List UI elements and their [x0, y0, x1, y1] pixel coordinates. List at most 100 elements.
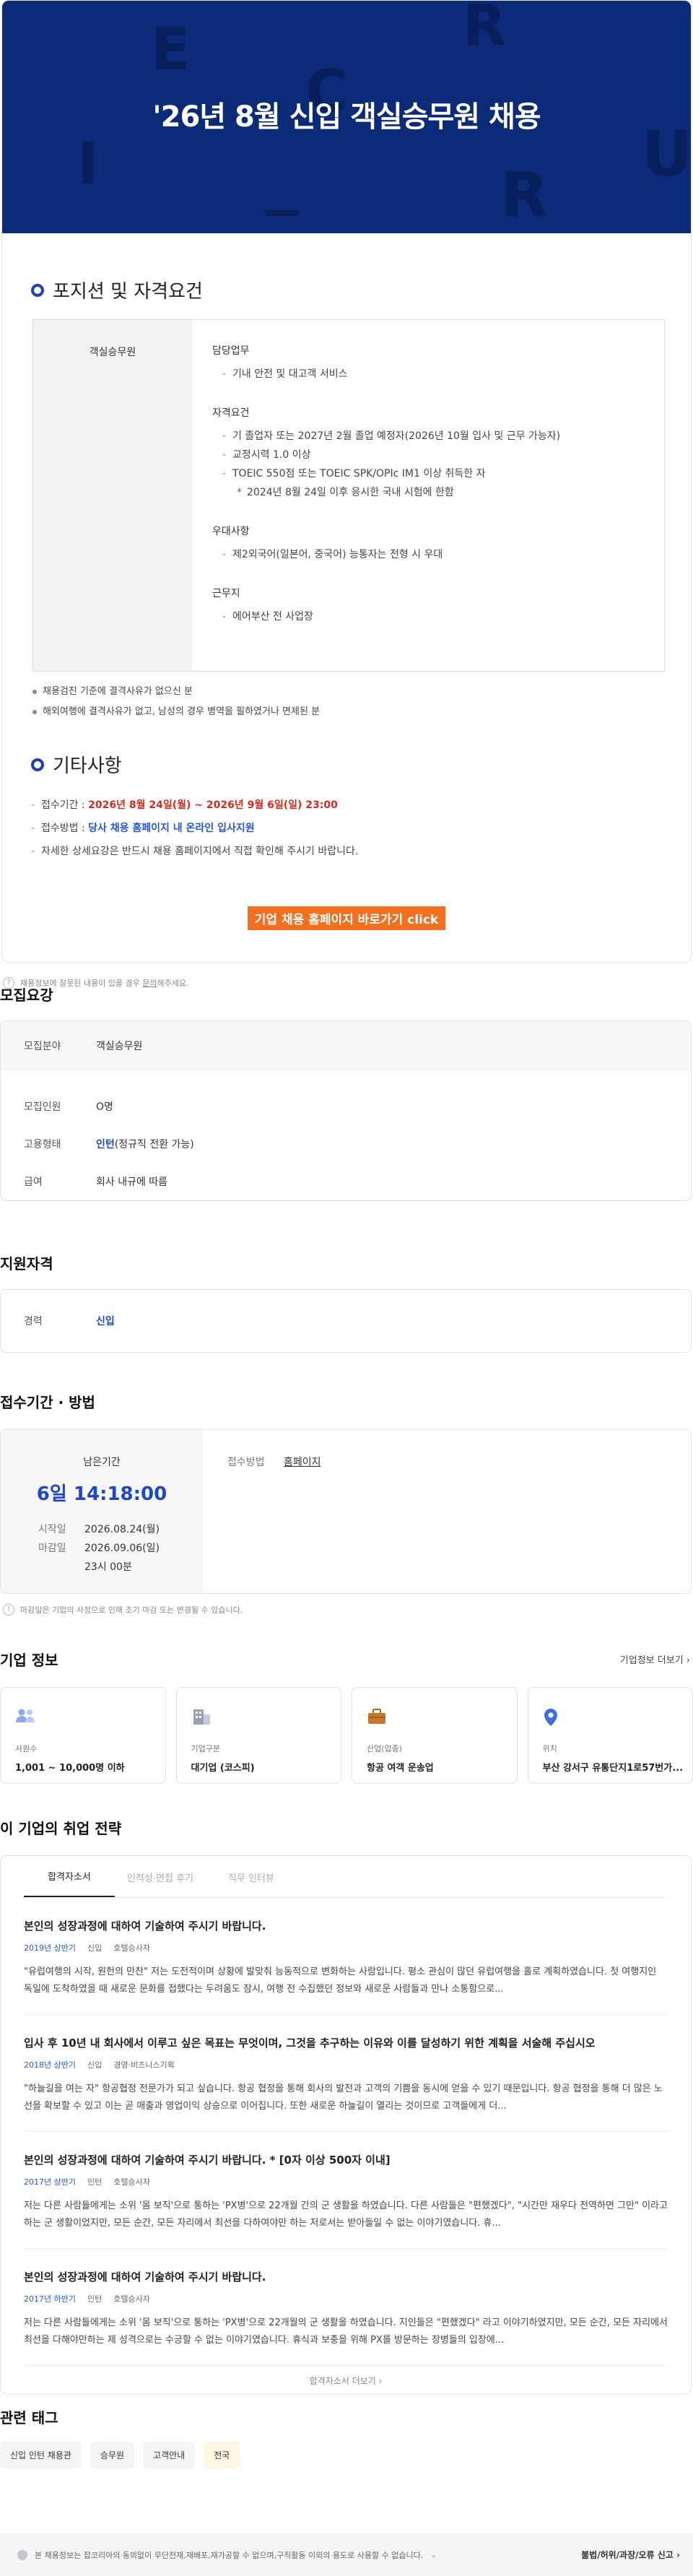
location-pin-icon [543, 1708, 562, 1726]
tag-item[interactable]: 고객안내 [143, 2442, 196, 2468]
banner-deco-letter: E [151, 16, 191, 83]
tag-item[interactable]: 전국 [204, 2442, 240, 2468]
apply-method-panel: 접수방법 홈페이지 [203, 1430, 321, 1593]
career-label: 경력 [24, 1316, 43, 1327]
duty-group: 담당업무 기내 안전 및 대고객 서비스 [212, 343, 644, 383]
article-year: 2017년 하반기 [24, 2294, 76, 2304]
strategy-heading: 이 기업의 취업 전략 [0, 1820, 122, 1837]
company-card-location[interactable]: 위치 부산 강서구 유통단지1로57번가... [527, 1687, 693, 1784]
cover-letter-item[interactable]: 본인의 성장과정에 대하여 기술하여 주시기 바랍니다. 2017년 하반기 인턴… [24, 2249, 668, 2366]
period-notice: ! 마감일은 기업의 사정으로 인해 조기 마감 또는 변경될 수 있습니다. [0, 1594, 693, 1616]
recruit-row-value: 인턴(정규직 전환 가능) [96, 1137, 194, 1151]
article-type: 신입 [87, 1943, 103, 1953]
end-time: 23시 00분 [84, 1561, 132, 1573]
etc-period-label: 접수기간 : [41, 799, 89, 811]
chevron-right-icon: › [676, 2550, 680, 2560]
banner-deco-bar [265, 210, 298, 216]
banner-deco-letter: R [500, 159, 549, 231]
positions-heading-text: 포지션 및 자격요건 [53, 281, 203, 303]
people-icon [15, 1708, 35, 1724]
company-homepage-button[interactable]: 기업 채용 홈페이지 바로가기 click [247, 906, 446, 930]
article-type: 인턴 [87, 2294, 103, 2304]
tag-item[interactable]: 승무원 [90, 2442, 135, 2468]
article-dept: 경영·비즈니스기획 [113, 2060, 175, 2070]
req-title: 자격요건 [212, 407, 250, 419]
article-title: 본인의 성장과정에 대하여 기술하여 주시기 바랍니다. [24, 2271, 266, 2284]
duty-title: 담당업무 [212, 345, 250, 357]
tags-section: 관련 태그 신입 인턴 채용관 승무원 고객안내 전국 [0, 2406, 693, 2468]
start-date-row: 시작일 2026.08.24(월) [38, 1520, 203, 1539]
recruit-field-row: 모집분야 객실승무원 [1, 1021, 691, 1070]
recruit-heading: 모집요강 [0, 986, 53, 1004]
footer-notice: 본 채용정보는 잡코리아의 동의없이 무단전재,재배포,재가공할 수 없으며,구… [35, 2550, 424, 2560]
apply-method-label: 접수방법 [227, 1457, 265, 1468]
requirements-table: 객실승무원 담당업무 기내 안전 및 대고객 서비스 자격요건 기 졸업자 또는… [32, 319, 665, 672]
article-body: "하늘길을 여는 자" 항공협정 전문가가 되고 싶습니다. 항공 협정을 통해… [24, 2083, 663, 2112]
cover-letter-item[interactable]: 본인의 성장과정에 대하여 기술하여 주시기 바랍니다. 2019년 상반기 신입… [24, 1898, 668, 2015]
company-card-value: 부산 강서구 유통단지1로57번가... [542, 1763, 684, 1774]
article-title: 입사 후 10년 내 회사에서 이루고 싶은 목표는 무엇이며, 그것을 추구하… [24, 2037, 596, 2050]
recruit-section: 모집요강 모집분야 객실승무원 모집인원 O명 고용형태 인턴(정규직 전환 가… [0, 984, 693, 1201]
etc-method-value: 당사 채용 홈페이지 내 온라인 입사지원 [88, 823, 255, 834]
field-value: 객실승무원 [96, 1040, 143, 1052]
notes-list: 채용검진 기준에 결격사유가 없으신 분 해외여행에 결격사유가 없고, 남성의… [31, 682, 662, 722]
tab-interview-review[interactable]: 인적성·면접 후기 [115, 1870, 206, 1897]
note-item: 해외여행에 결격사유가 없고, 남성의 경우 병역을 필하였거나 면제된 분 [31, 702, 662, 722]
cover-letter-item[interactable]: 입사 후 10년 내 회사에서 이루고 싶은 목표는 무엇이며, 그것을 추구하… [24, 2015, 668, 2132]
company-card-label: 사원수 [15, 1744, 38, 1753]
company-heading: 기업 정보 [0, 1652, 58, 1669]
report-link-text: 불법/허위/과장/오류 신고 [581, 2550, 674, 2560]
recruit-row-label: 급여 [24, 1176, 43, 1188]
ring-bullet-icon [31, 758, 44, 771]
company-more-text: 기업정보 더보기 [619, 1655, 684, 1666]
article-dept: 호텔승사자 [113, 2294, 150, 2304]
preference-group: 우대사항 제2외국어(일본어, 중국어) 능통자는 전형 시 우대 [212, 524, 644, 564]
etc-heading-text: 기타사항 [53, 755, 122, 777]
recruit-card: 모집분야 객실승무원 모집인원 O명 고용형태 인턴(정규직 전환 가능) 급여… [0, 1020, 692, 1201]
chevron-right-icon: › [686, 1655, 690, 1666]
recruit-row-label: 고용형태 [24, 1139, 61, 1150]
tag-item[interactable]: 신입 인턴 채용관 [0, 2442, 82, 2468]
banner-deco-letter: R [463, 1, 507, 58]
article-body: "유럽여행의 시작, 원헌의 만찬" 저는 도전적이며 상황에 발맞춰 능동적으… [24, 1966, 657, 1995]
end-date-row: 마감일 2026.09.06(일) [38, 1539, 203, 1558]
req-sub-item: 2024년 8월 24일 이후 응시한 국내 시험에 한함 [212, 483, 644, 502]
field-label: 모집분야 [24, 1040, 61, 1052]
article-dept: 호텔승사자 [113, 1943, 150, 1953]
tab-cover-letter[interactable]: 합격자소서 [24, 1869, 115, 1897]
info-icon: ! [3, 1604, 14, 1616]
footer-bar: 본 채용정보는 잡코리아의 동의없이 무단전재,재배포,재가공할 수 없으며,구… [0, 2533, 693, 2576]
report-link[interactable]: 불법/허위/과장/오류 신고 › [581, 2549, 680, 2561]
tab-job-interview[interactable]: 직무 인터뷰 [206, 1870, 297, 1897]
recruit-row-value: O명 [96, 1101, 113, 1113]
tags-heading: 관련 태그 [0, 2409, 58, 2427]
pref-item: 제2외국어(일본어, 중국어) 능통자는 전형 시 우대 [212, 545, 644, 564]
etc-detail: 자세한 상세요강은 반드시 채용 홈페이지에서 직접 확인해 주시기 바랍니다. [31, 840, 662, 863]
cover-letter-more-link[interactable]: 합격자소서 더보기 › [24, 2366, 668, 2387]
chevron-down-icon[interactable]: ⌄ [430, 2550, 437, 2559]
etc-heading: 기타사항 [31, 751, 662, 778]
cover-letter-more-text: 합격자소서 더보기 [309, 2376, 376, 2386]
article-title: 본인의 성장과정에 대하여 기술하여 주시기 바랍니다. * [0자 이상 50… [24, 2154, 391, 2167]
article-year: 2018년 상반기 [24, 2060, 76, 2070]
banner-deco-letter: I [77, 130, 99, 197]
recruit-row: 모집인원 O명 [1, 1088, 691, 1125]
pref-title: 우대사항 [212, 526, 250, 537]
job-name-cell: 객실승무원 [33, 320, 192, 671]
poster-title: '26년 8월 신입 객실승무원 채용 [152, 100, 541, 134]
etc-list: 접수기간 : 2026년 8월 24일(월) ~ 2026년 9월 6일(일) … [31, 794, 662, 863]
company-section: 기업 정보 기업정보 더보기 › 사원수 1,001 ~ 10,000명 이하 … [0, 1649, 693, 1784]
qualification-section: 지원자격 경력 신입 [0, 1252, 693, 1353]
company-card-type[interactable]: 기업구분 대기업 (코스피) [175, 1687, 341, 1784]
employment-type: 인턴 [96, 1139, 115, 1150]
cover-letter-item[interactable]: 본인의 성장과정에 대하여 기술하여 주시기 바랍니다. * [0자 이상 50… [24, 2132, 668, 2249]
company-card-industry[interactable]: 산업(업종) 항공 여객 운송업 [352, 1687, 518, 1784]
strategy-section: 이 기업의 취업 전략 합격자소서 인적성·면접 후기 직무 인터뷰 본인의 성… [0, 1817, 693, 2394]
company-more-link[interactable]: 기업정보 더보기 › [620, 1652, 693, 1666]
req-item: TOEIC 550점 또는 TOEIC SPK/OPIc IM1 이상 취득한 … [212, 464, 644, 483]
article-body: 저는 다른 사람들에게는 소위 '몸 보직'으로 통하는 'PX병'으로 22개… [24, 2200, 668, 2229]
article-year: 2017년 상반기 [24, 2177, 76, 2187]
apply-homepage-link[interactable]: 홈페이지 [284, 1457, 321, 1468]
company-card-employees[interactable]: 사원수 1,001 ~ 10,000명 이하 [0, 1687, 166, 1784]
company-card-value: 1,001 ~ 10,000명 이하 [15, 1763, 125, 1774]
